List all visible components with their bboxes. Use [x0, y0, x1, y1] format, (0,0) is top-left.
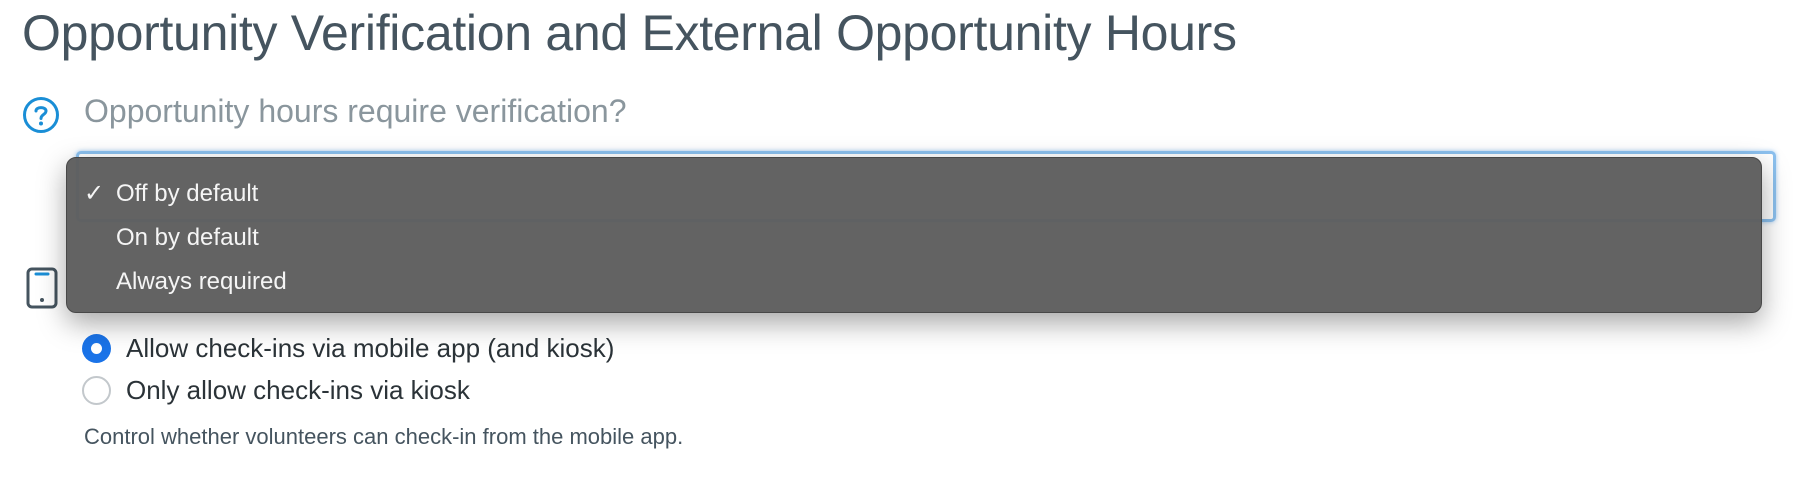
checkmark-icon: ✓ [84, 180, 105, 207]
radio-label: Only allow check-ins via kiosk [126, 374, 470, 405]
radio-button-unchecked[interactable] [82, 375, 111, 405]
verification-question-label: Opportunity hours require verification? [84, 93, 627, 129]
radio-button-checked[interactable] [82, 333, 111, 363]
settings-page: Opportunity Verification and External Op… [0, 0, 1814, 482]
menu-item-on-by-default[interactable]: On by default [67, 216, 1761, 260]
question-circle-icon[interactable] [22, 96, 60, 134]
menu-item-label: Always required [116, 268, 287, 295]
checkin-help-text: Control whether volunteers can check-in … [84, 424, 684, 449]
checkin-option-mobile-app[interactable]: Allow check-ins via mobile app (and kios… [82, 331, 614, 365]
verification-dropdown-menu: ✓ Off by default On by default Always re… [66, 157, 1762, 313]
menu-item-always-required[interactable]: Always required [67, 260, 1761, 304]
menu-item-label: Off by default [116, 180, 259, 207]
radio-label: Allow check-ins via mobile app (and kios… [126, 332, 615, 363]
menu-item-label: On by default [116, 224, 259, 251]
mobile-phone-icon [26, 267, 58, 309]
checkin-option-kiosk-only[interactable]: Only allow check-ins via kiosk [82, 373, 470, 407]
menu-item-off-by-default[interactable]: ✓ Off by default [67, 172, 1761, 216]
page-title: Opportunity Verification and External Op… [22, 5, 1237, 61]
